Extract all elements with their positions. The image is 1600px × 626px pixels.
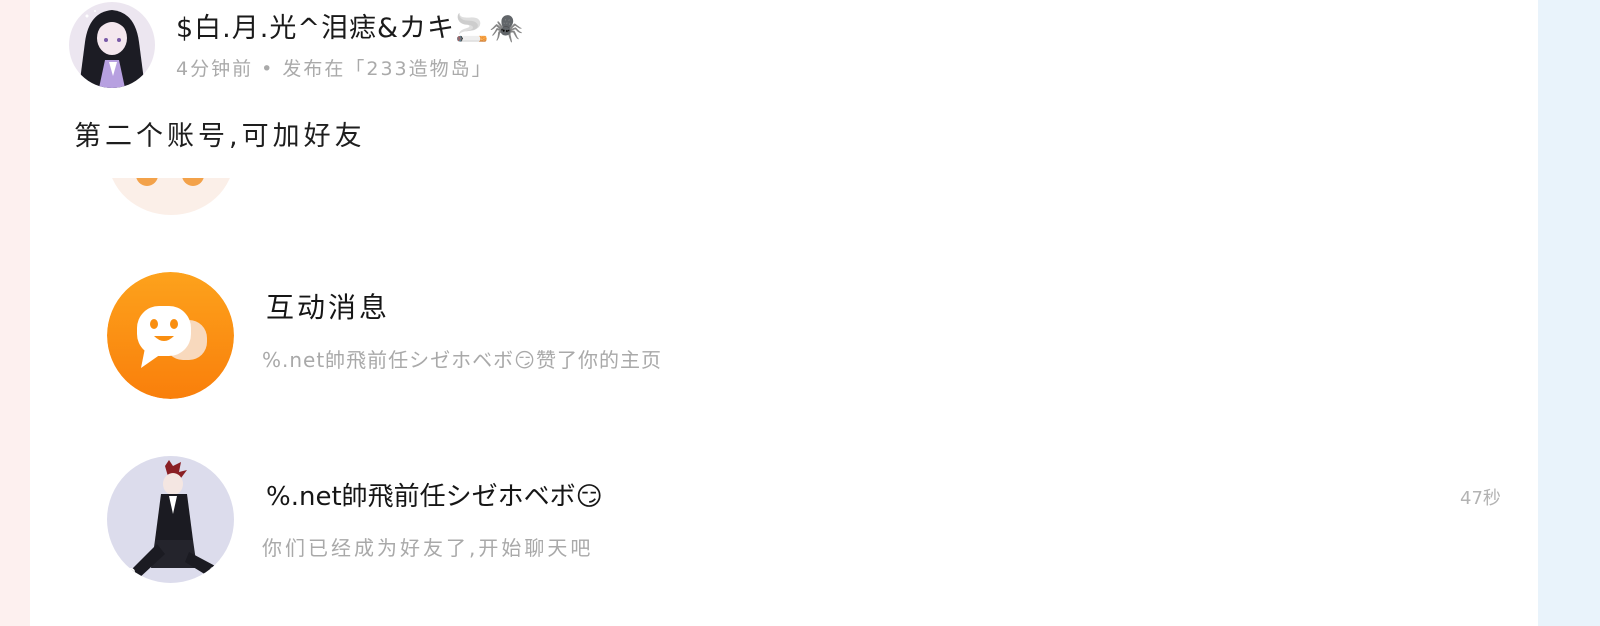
message-preview: %.net帥飛前任シゼホベボ😏赞了你的主页 xyxy=(262,348,663,372)
avatar-eye-left xyxy=(136,178,158,186)
cut-off-avatar xyxy=(108,178,234,215)
interaction-messages-icon[interactable] xyxy=(107,272,234,399)
friend-avatar[interactable] xyxy=(107,456,234,583)
message-time: 47秒 xyxy=(1460,488,1501,509)
author-avatar[interactable] xyxy=(69,2,155,88)
friend-name[interactable]: %.net帥飛前任シゼホベボ😏 xyxy=(266,476,603,513)
avatar-eye-right xyxy=(182,178,204,186)
post-image[interactable]: 互动消息 %.net帥飛前任シゼホベボ😏赞了你的主页 %.net帥飛前任シゼホベ… xyxy=(0,178,1600,626)
message-preview: 你们已经成为好友了,开始聊天吧 xyxy=(262,536,594,560)
post-text: 第二个账号,可加好友 xyxy=(74,121,366,152)
message-title[interactable]: 互动消息 xyxy=(266,286,390,326)
post-meta: 4分钟前 • 发布在「233造物岛」 xyxy=(176,58,493,80)
author-name[interactable]: $白.月.光^泪痣&カキ🚬🕷️ xyxy=(176,6,524,45)
